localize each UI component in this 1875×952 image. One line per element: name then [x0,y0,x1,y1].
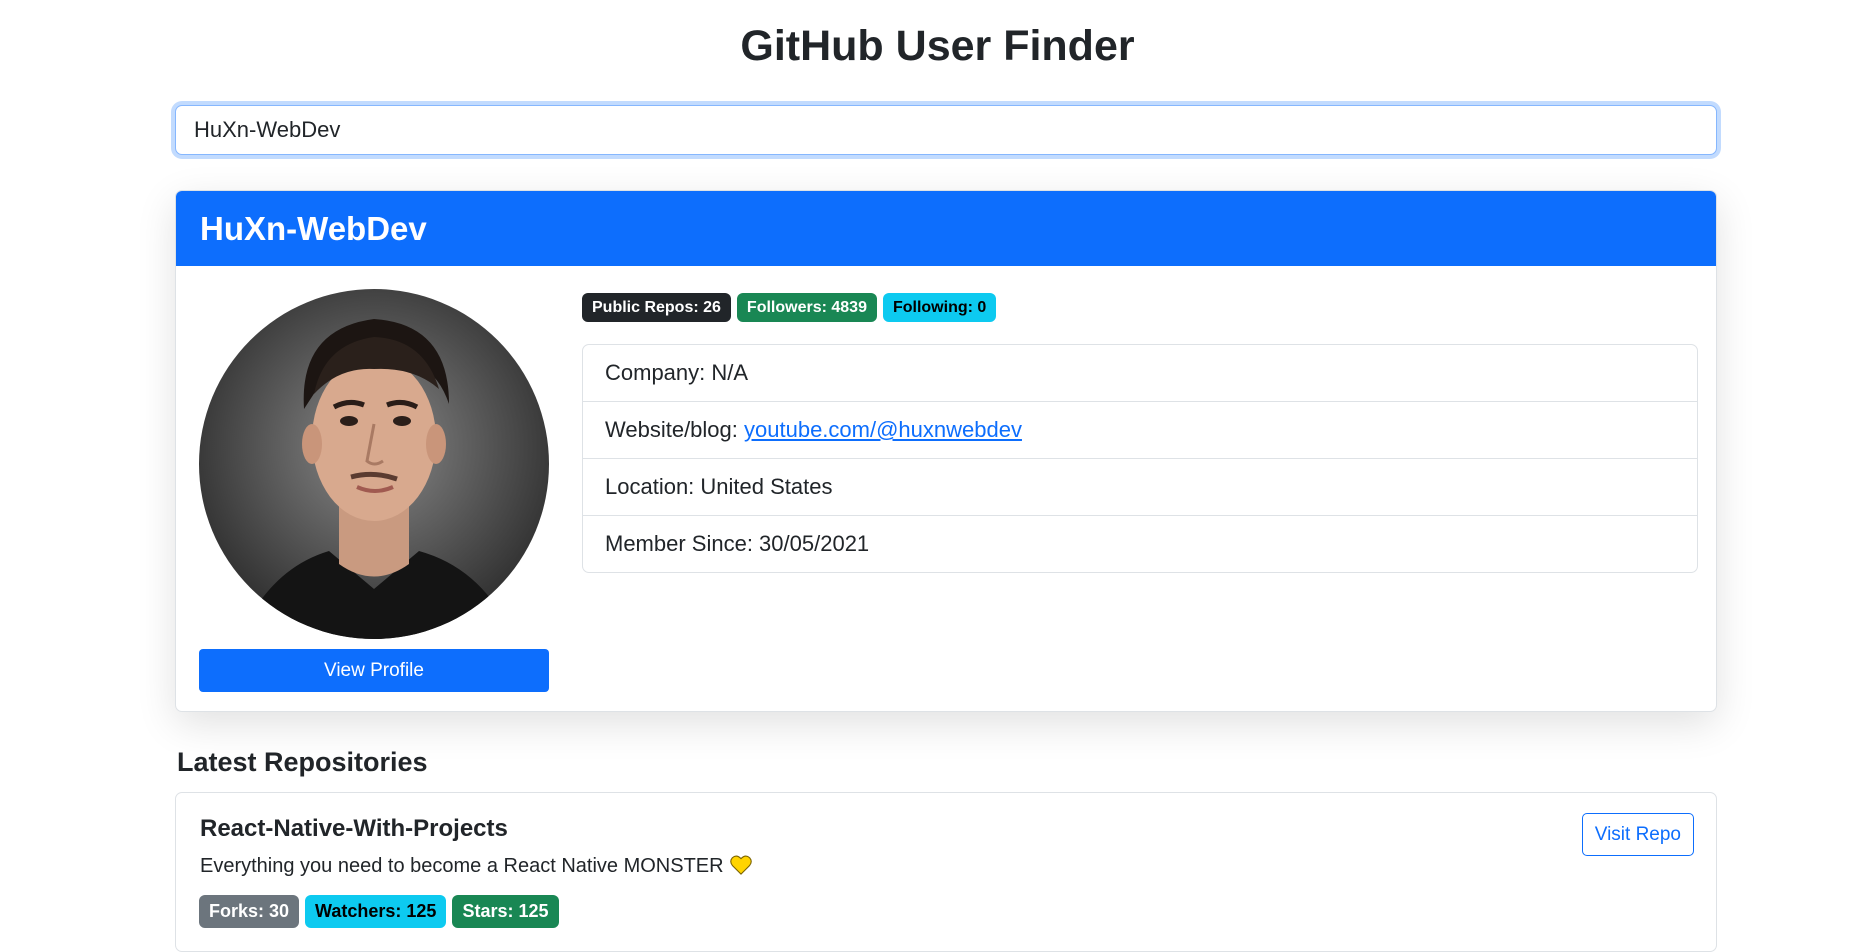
avatar [199,289,549,639]
avatar-portrait-image [239,319,514,639]
latest-repositories-heading: Latest Repositories [177,747,428,777]
yellow-heart-icon [729,855,752,875]
followers-badge: Followers: 4839 [736,293,877,322]
repo-stats-badges: Forks: 30 Watchers: 125 Stars: 125 [199,895,559,928]
website-label: Website/blog: [605,417,745,442]
profile-stats-badges: Public Repos: 26 Followers: 4839 Followi… [582,293,997,322]
forks-badge: Forks: 30 [199,895,300,928]
website-link[interactable]: youtube.com/@huxnwebdev [744,417,1022,442]
location-item: Location: United States [583,459,1697,516]
visit-repo-button[interactable]: Visit Repo [1581,813,1694,856]
watchers-badge: Watchers: 125 [305,895,447,928]
website-item: Website/blog: youtube.com/@huxnwebdev [583,402,1697,459]
repo-description: Everything you need to become a React Na… [200,855,752,878]
view-profile-button[interactable]: View Profile [199,649,549,692]
repo-name: React-Native-With-Projects [200,815,508,842]
profile-card: HuXn-WebDev View Profile Public Repos: 2… [175,190,1717,712]
company-item: Company: N/A [583,345,1697,402]
repo-description-text: Everything you need to become a React Na… [200,855,724,877]
page-title: GitHub User Finder [740,22,1135,70]
public-repos-badge: Public Repos: 26 [582,293,731,322]
following-badge: Following: 0 [882,293,997,322]
search-input[interactable] [175,105,1717,155]
member-since-item: Member Since: 30/05/2021 [605,531,870,556]
repo-card: React-Native-With-Projects Everything yo… [175,792,1717,952]
stars-badge: Stars: 125 [452,895,559,928]
profile-username: HuXn-WebDev [176,191,1716,266]
profile-info-list: Company: N/A Website/blog: youtube.com/@… [582,344,1698,573]
